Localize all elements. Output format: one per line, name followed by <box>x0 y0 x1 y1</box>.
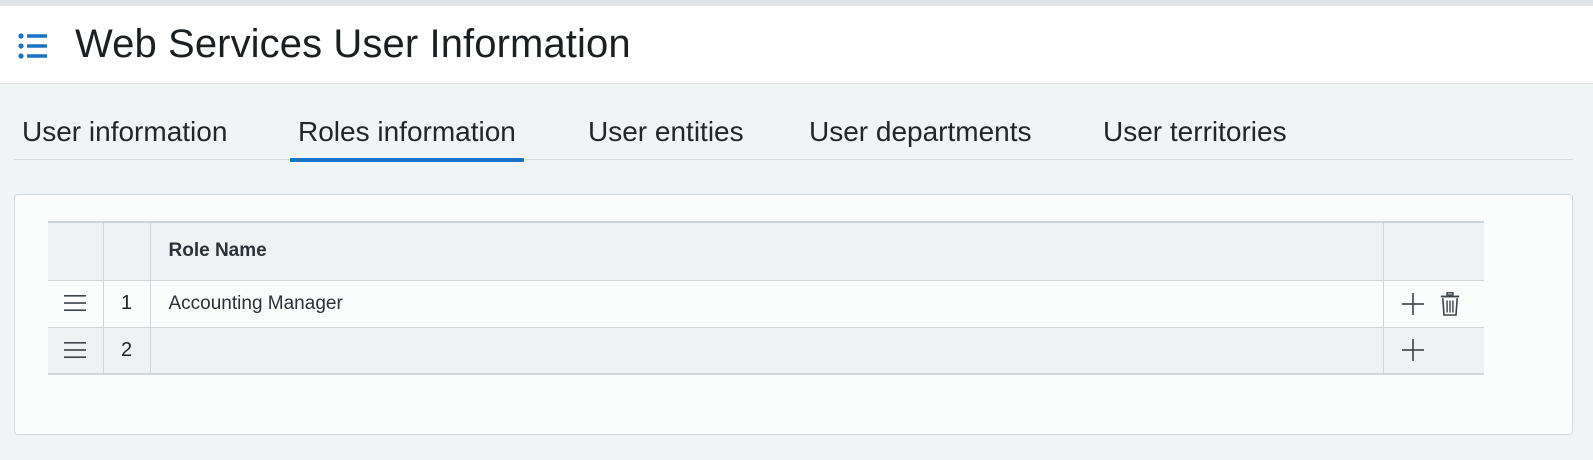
row-number: 2 <box>120 338 133 361</box>
tab-user-territories[interactable]: User territories <box>1095 106 1295 160</box>
role-name-cell[interactable] <box>150 327 1383 374</box>
tab-roles-information[interactable]: Roles information <box>290 106 524 162</box>
table-header-row: Role Name <box>48 221 1484 281</box>
tab-user-entities[interactable]: User entities <box>580 106 752 160</box>
page-title: Web Services User Information <box>75 22 631 66</box>
drag-column-header <box>48 221 103 281</box>
row-number: 1 <box>120 292 133 314</box>
tab-user-departments[interactable]: User departments <box>801 106 1040 160</box>
role-name-cell[interactable]: Accounting Manager <box>150 280 1383 327</box>
role-name-column-header[interactable]: Role Name <box>150 221 1383 281</box>
row-number-column-header <box>102 221 151 281</box>
roles-table: Role Name 1 Accounting Manager 2 <box>48 221 1484 375</box>
list-icon[interactable] <box>18 33 48 59</box>
drag-handle-icon[interactable] <box>63 340 87 360</box>
drag-handle-icon[interactable] <box>63 293 87 313</box>
add-icon[interactable] <box>1401 292 1425 316</box>
tab-user-information[interactable]: User information <box>14 106 235 160</box>
add-icon[interactable] <box>1401 338 1425 362</box>
trash-icon[interactable] <box>1440 291 1460 316</box>
table-row: 1 Accounting Manager <box>48 280 1484 327</box>
roles-panel: Role Name 1 Accounting Manager 2 <box>14 194 1573 435</box>
tab-bar: User information Roles information User … <box>14 106 1573 162</box>
actions-column-header <box>1382 221 1484 281</box>
table-row: 2 <box>48 327 1484 374</box>
page-header: Web Services User Information <box>0 6 1593 84</box>
